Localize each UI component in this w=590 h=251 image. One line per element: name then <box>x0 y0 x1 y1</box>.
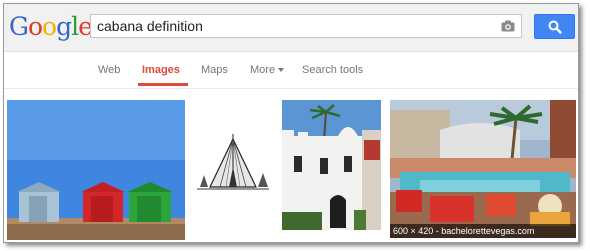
camera-icon[interactable] <box>501 20 515 32</box>
logo-letter: o <box>42 12 57 41</box>
logo-letter: g <box>56 12 72 41</box>
active-tab-indicator <box>138 83 188 86</box>
tab-more-label: More <box>250 64 276 76</box>
tab-web[interactable]: Web <box>98 63 120 77</box>
search-input[interactable] <box>97 15 492 37</box>
pool-cabanas-image <box>390 100 576 238</box>
search-nav: Web Images Maps More Search tools <box>4 52 578 89</box>
result-image-tent[interactable] <box>192 131 274 201</box>
result-image-pool[interactable]: 600 × 420 - bachelorettevegas.com <box>390 100 576 238</box>
search-button[interactable] <box>534 14 575 39</box>
white-building-image <box>282 100 381 230</box>
google-logo[interactable]: Google <box>9 12 93 42</box>
image-caption: 600 × 420 - bachelorettevegas.com <box>390 224 576 238</box>
logo-letter: o <box>27 12 43 41</box>
tab-search-tools[interactable]: Search tools <box>302 63 363 77</box>
result-image-building[interactable] <box>282 100 381 230</box>
browser-window: Google Web Images Maps More Search tools <box>3 3 579 243</box>
caret-down-icon <box>278 68 285 73</box>
search-header: Google <box>4 4 578 52</box>
magnifier-icon <box>548 20 562 34</box>
beach-huts-image <box>7 100 185 240</box>
tab-maps[interactable]: Maps <box>201 63 228 77</box>
tab-more[interactable]: More <box>250 63 285 77</box>
result-image-beach-huts[interactable] <box>7 100 185 240</box>
logo-letter: G <box>9 12 29 41</box>
search-box[interactable] <box>90 14 522 38</box>
tent-illustration-image <box>192 131 274 201</box>
tab-images[interactable]: Images <box>142 63 180 77</box>
